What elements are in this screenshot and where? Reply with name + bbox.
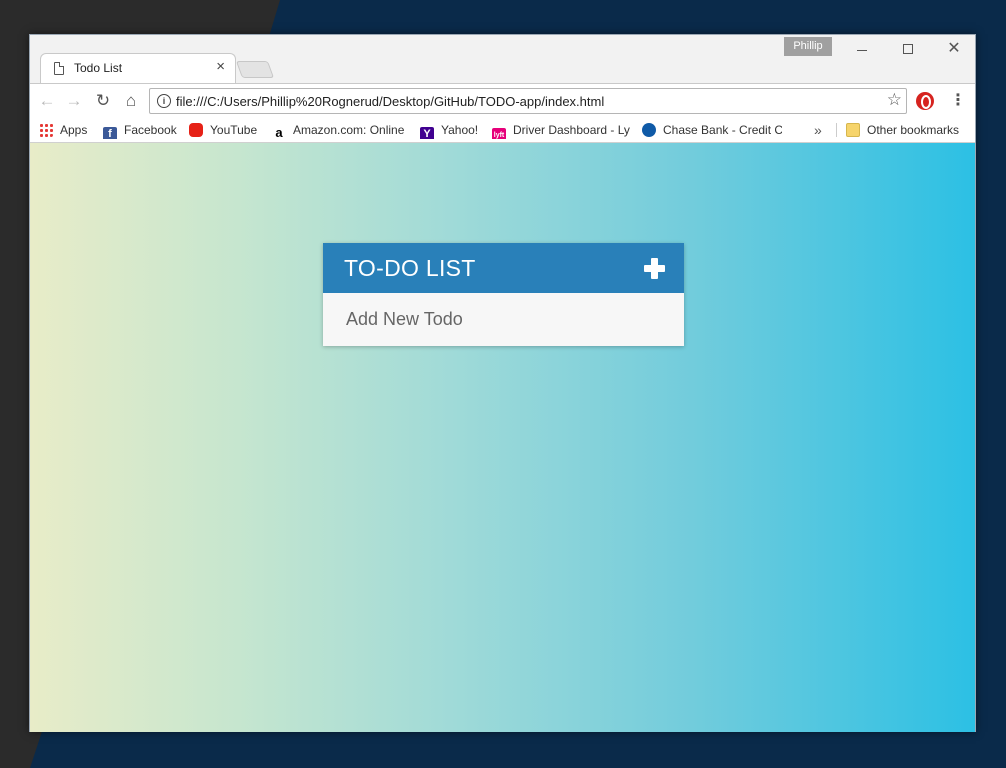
tab-strip: Todo List × Phillip ✕ <box>30 35 975 83</box>
lyft-icon: lyft <box>492 128 506 139</box>
bookmark-apps[interactable]: Apps <box>39 121 99 139</box>
page-content: TO-DO LIST <box>30 143 975 732</box>
youtube-icon <box>189 123 203 137</box>
url-text[interactable]: file:///C:/Users/Phillip%20Rognerud/Desk… <box>176 94 604 109</box>
bookmarks-overflow-button[interactable]: » <box>814 121 822 139</box>
bookmark-label: Driver Dashboard - Ly <box>513 123 630 137</box>
bookmark-label: Facebook <box>124 123 177 137</box>
plus-icon[interactable] <box>644 258 665 279</box>
tab-title: Todo List <box>74 61 123 75</box>
back-button[interactable]: ← <box>36 90 58 112</box>
bookmark-label: YouTube <box>210 123 258 137</box>
yahoo-icon: Y <box>420 127 434 139</box>
facebook-icon: f <box>103 127 117 139</box>
bookmarks-bar: Apps f Facebook YouTube a Amazon.com: Onli… <box>30 117 975 143</box>
bookmark-label: Yahoo! <box>441 123 479 137</box>
bookmark-yahoo[interactable]: Y Yahoo! <box>420 121 482 139</box>
todo-title: TO-DO LIST <box>344 255 476 281</box>
bookmark-facebook[interactable]: f Facebook <box>103 121 183 139</box>
bookmark-driver-dashboard[interactable]: lyft Driver Dashboard - Ly <box>492 121 630 139</box>
bookmarks-divider <box>836 123 837 137</box>
browser-window: Todo List × Phillip ✕ ← → ↻ ⌂ i file:///… <box>29 34 976 732</box>
amazon-icon: a <box>272 126 286 139</box>
bookmark-label: Other bookmarks <box>867 123 960 137</box>
chase-icon <box>642 123 656 137</box>
folder-icon <box>846 123 860 137</box>
maximize-icon <box>903 44 913 54</box>
reload-button[interactable]: ↻ <box>92 90 114 112</box>
bookmark-label: Apps <box>60 123 88 137</box>
profile-badge[interactable]: Phillip <box>784 37 832 56</box>
bookmark-amazon[interactable]: a Amazon.com: Online <box>272 121 407 139</box>
bookmark-chase[interactable]: Chase Bank - Credit C <box>642 121 782 139</box>
bookmark-other[interactable]: Other bookmarks <box>846 121 972 139</box>
opera-extension-icon[interactable] <box>916 92 934 110</box>
home-button[interactable]: ⌂ <box>120 90 142 112</box>
todo-header: TO-DO LIST <box>323 243 684 293</box>
document-icon <box>54 62 64 75</box>
browser-toolbar: ← → ↻ ⌂ i file:///C:/Users/Phillip%20Rog… <box>30 83 975 117</box>
minimize-button[interactable] <box>842 39 882 59</box>
new-tab-button[interactable] <box>235 61 275 78</box>
todo-card: TO-DO LIST <box>323 243 684 346</box>
window-close-button[interactable]: ✕ <box>934 39 974 59</box>
tab-todo-list[interactable]: Todo List × <box>40 53 236 83</box>
bookmark-label: Chase Bank - Credit C <box>663 123 782 137</box>
menu-icon[interactable]: ⋮ <box>950 90 966 112</box>
maximize-button[interactable] <box>888 39 928 59</box>
apps-grid-icon <box>39 123 53 137</box>
bookmark-star-icon[interactable]: ☆ <box>887 90 902 110</box>
minimize-icon <box>857 49 867 51</box>
info-icon[interactable]: i <box>157 94 171 108</box>
bookmark-youtube[interactable]: YouTube <box>189 121 264 139</box>
forward-button[interactable]: → <box>63 90 85 112</box>
new-todo-input[interactable] <box>323 293 684 346</box>
tab-close-icon[interactable]: × <box>216 58 225 75</box>
bookmark-label: Amazon.com: Online <box>293 123 405 137</box>
address-bar[interactable]: i file:///C:/Users/Phillip%20Rognerud/De… <box>149 88 907 114</box>
